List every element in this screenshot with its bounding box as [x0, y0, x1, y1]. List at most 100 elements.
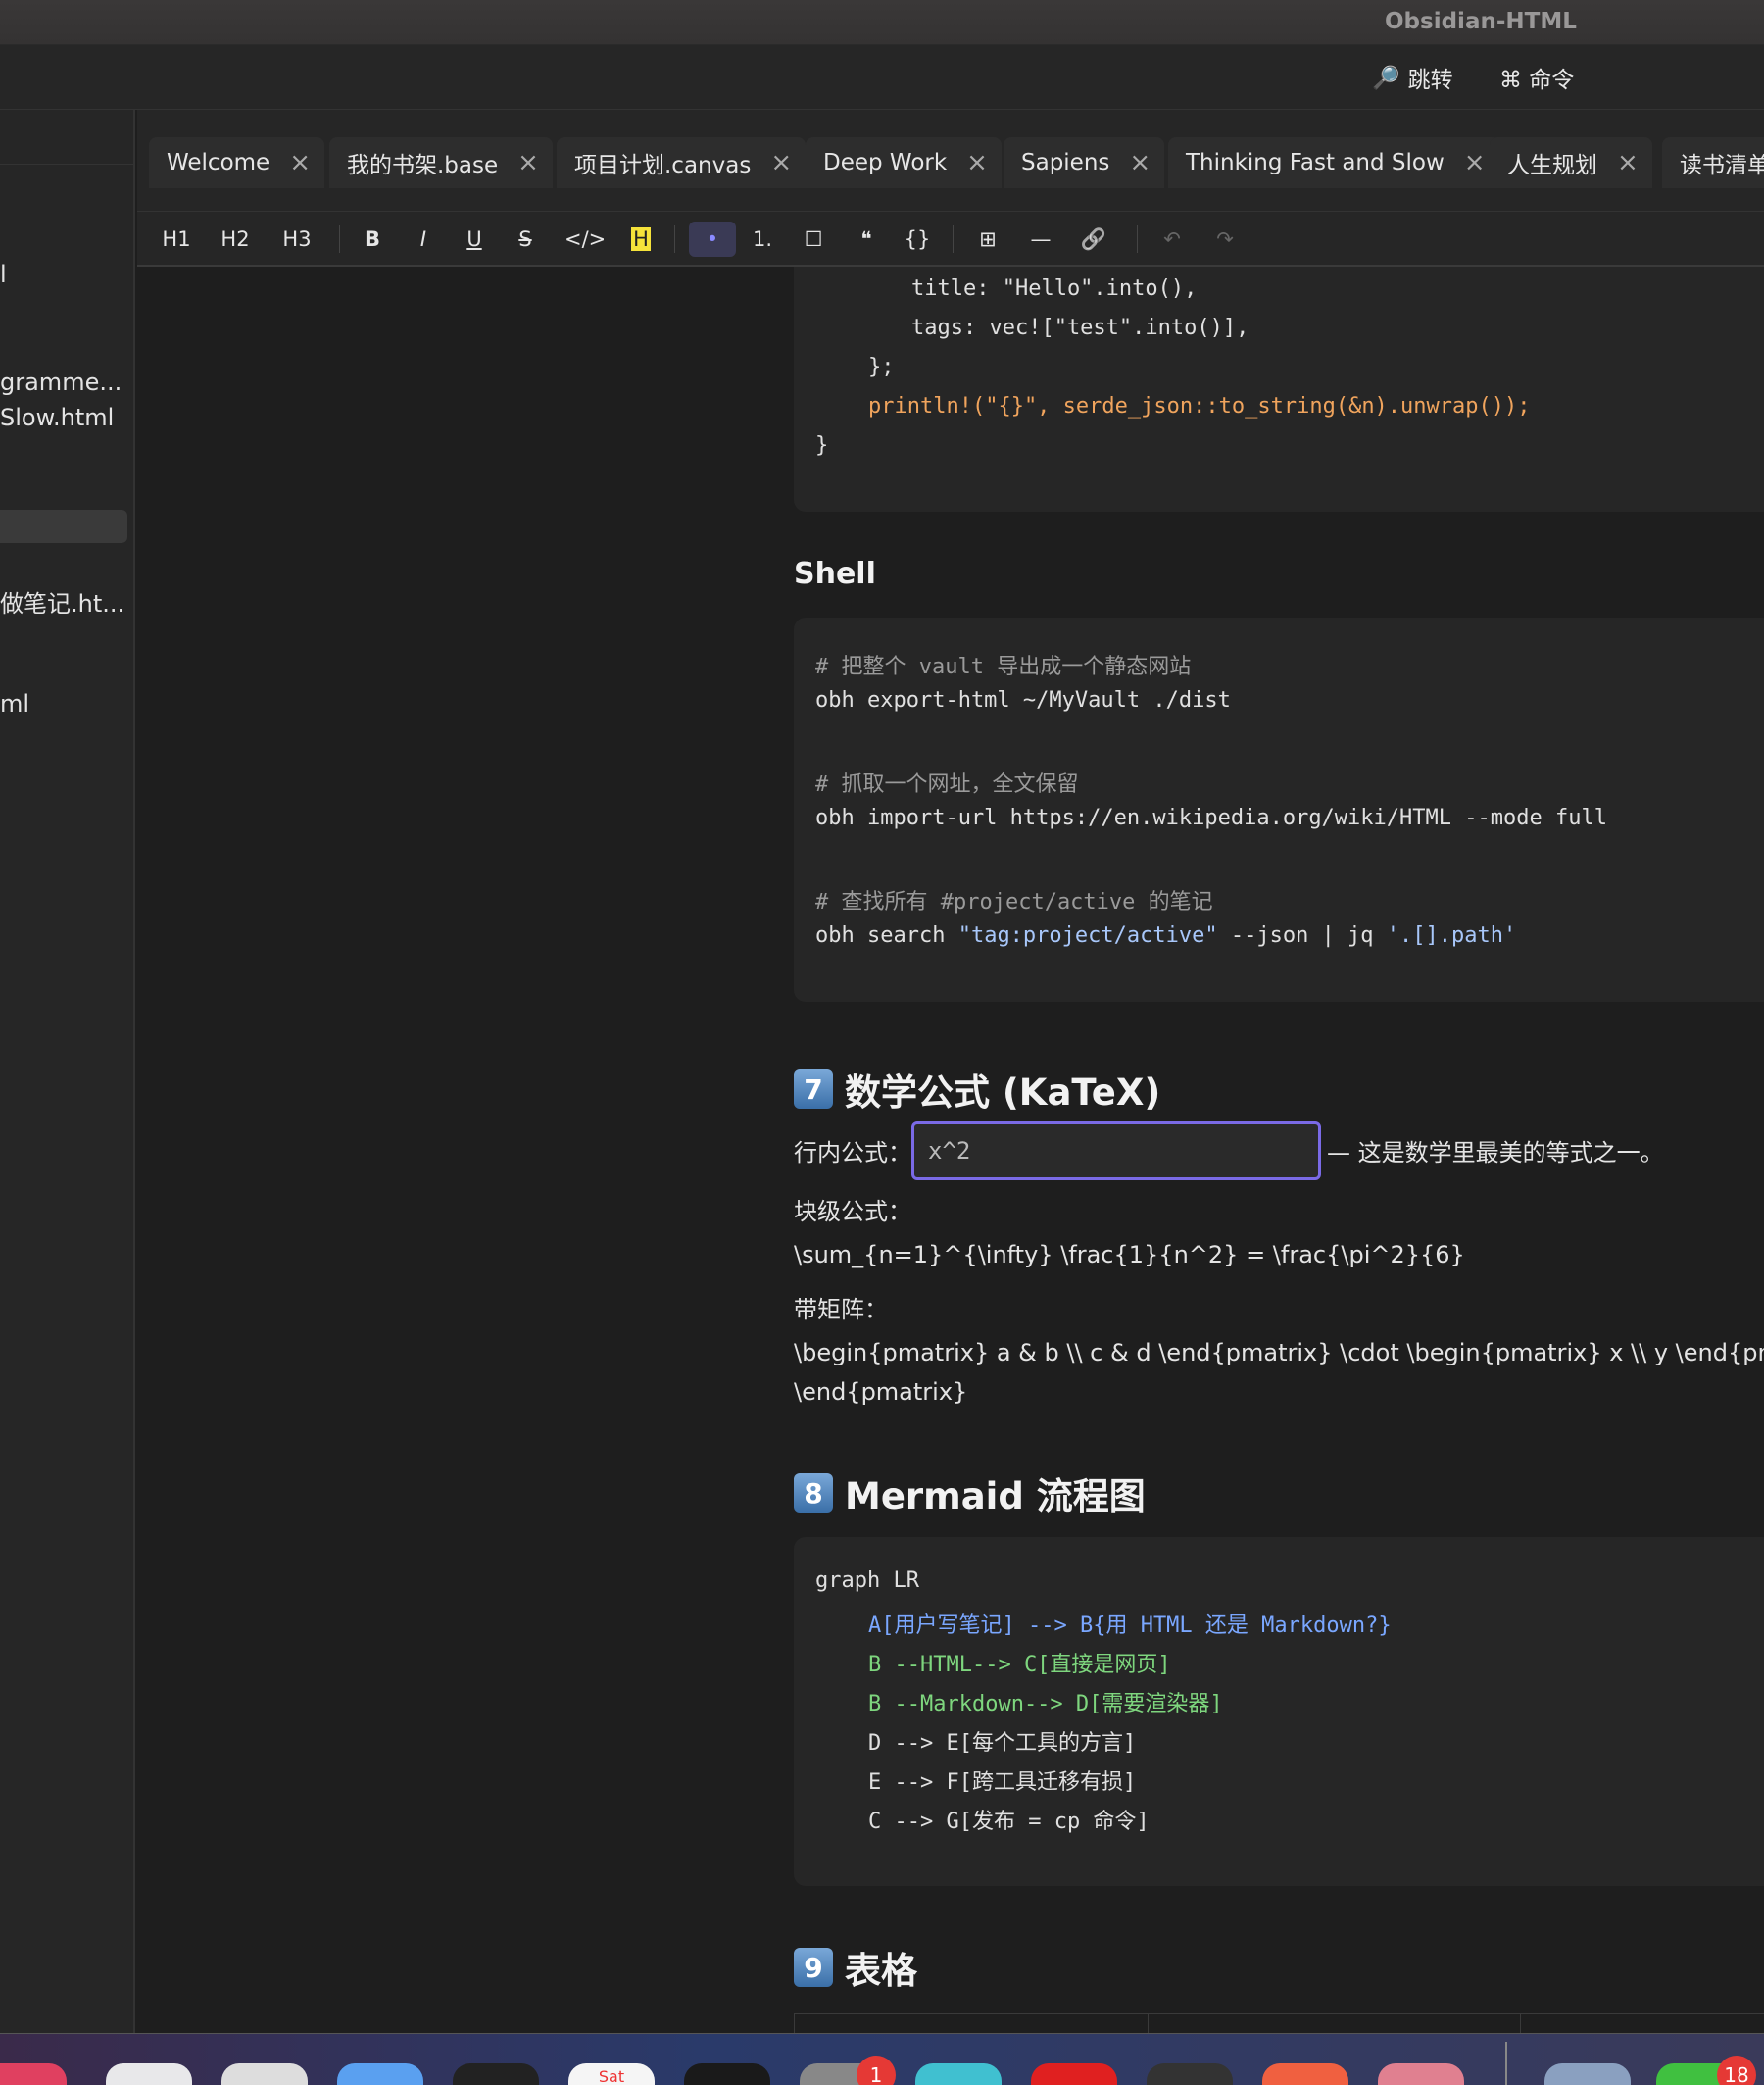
- number-9-icon: 9: [794, 1948, 833, 1987]
- highlight-button[interactable]: H: [623, 222, 659, 257]
- checkbox-button[interactable]: ☐: [796, 222, 831, 257]
- close-icon[interactable]: ×: [1617, 148, 1639, 177]
- highlight-icon: H: [631, 227, 651, 251]
- table-heading: 9 表格: [794, 1941, 917, 1994]
- safari-icon[interactable]: [337, 2063, 423, 2085]
- block-formula-label: 块级公式：: [794, 1198, 911, 1225]
- app-icon[interactable]: [453, 2063, 539, 2085]
- tab-project-canvas[interactable]: 项目计划.canvas ×: [557, 137, 807, 188]
- inline-formula-input[interactable]: x^2: [911, 1121, 1321, 1180]
- code-line: tags: vec!["test".into()],: [911, 316, 1250, 340]
- close-icon[interactable]: ×: [1464, 148, 1486, 177]
- code-line: graph LR: [815, 1568, 919, 1593]
- close-icon[interactable]: ×: [966, 148, 988, 177]
- app-icon[interactable]: [915, 2063, 1002, 2085]
- numbered-list-button[interactable]: 1.: [745, 222, 780, 257]
- code-line: obh search "tag:project/active" --json |…: [815, 923, 1517, 948]
- quote-button[interactable]: ❝: [849, 222, 884, 257]
- underline-button[interactable]: U: [457, 222, 492, 257]
- code-comment: # 把整个 vault 导出成一个静态网站: [815, 655, 1192, 679]
- mermaid-heading: 8 Mermaid 流程图: [794, 1466, 1146, 1519]
- format-toolbar: H1 H2 H3 B I U S </> H • 1. ☐ ❝ {} ⊞ — 🔗…: [137, 212, 1764, 267]
- sidebar-file-item[interactable]: gramme...: [0, 369, 122, 396]
- table-button[interactable]: ⊞: [970, 222, 1005, 257]
- app-icon[interactable]: [1262, 2063, 1348, 2085]
- redo-button[interactable]: ↷: [1207, 222, 1243, 257]
- toolbar-divider: [1137, 225, 1138, 253]
- tab-bookshelf[interactable]: 我的书架.base ×: [329, 137, 553, 188]
- link-button[interactable]: 🔗: [1076, 222, 1111, 257]
- sidebar-header: [0, 110, 133, 165]
- bold-button[interactable]: B: [355, 222, 390, 257]
- inline-formula-label: 行内公式：: [794, 1139, 911, 1167]
- close-icon[interactable]: ×: [517, 148, 539, 177]
- notification-badge: 18: [1717, 2056, 1756, 2085]
- horizontal-rule-button[interactable]: —: [1023, 222, 1058, 257]
- close-icon[interactable]: ×: [1129, 148, 1151, 177]
- close-icon[interactable]: ×: [770, 148, 792, 177]
- app-icon[interactable]: [1031, 2063, 1117, 2085]
- code-line: D --> E[每个工具的方言]: [868, 1731, 1137, 1756]
- sidebar-file-item[interactable]: Slow.html: [0, 404, 114, 431]
- close-icon[interactable]: ×: [289, 148, 311, 177]
- file-sidebar: l gramme... Slow.html 做笔记.ht... ml: [0, 110, 135, 2033]
- jump-button[interactable]: 🔎 跳转: [1372, 61, 1453, 94]
- strikethrough-button[interactable]: S: [508, 222, 543, 257]
- code-comment: # 查找所有 #project/active 的笔记: [815, 890, 1213, 915]
- tab-bar: Welcome × 我的书架.base × 项目计划.canvas × Deep Wo…: [137, 110, 1764, 212]
- dock-divider: [1505, 2042, 1507, 2085]
- sidebar-active-row[interactable]: [0, 510, 127, 543]
- block-formula: \sum_{n=1}^{\infty} \frac{1}{n^2} = \fra…: [794, 1241, 1465, 1268]
- sidebar-file-item[interactable]: ml: [0, 690, 29, 718]
- code-line: B --HTML--> C[直接是网页]: [868, 1653, 1171, 1677]
- window-title: Obsidian-HTML: [1385, 9, 1577, 34]
- app-icon[interactable]: [106, 2063, 192, 2085]
- editor-content[interactable]: title: "Hello".into(), tags: vec!["test"…: [137, 267, 1764, 2033]
- undo-button[interactable]: ↶: [1154, 222, 1190, 257]
- italic-button[interactable]: I: [406, 222, 441, 257]
- code-line: E --> F[跨工具迁移有损]: [868, 1770, 1137, 1795]
- tab-sapiens[interactable]: Sapiens ×: [1004, 137, 1165, 188]
- h2-button[interactable]: H2: [218, 222, 253, 257]
- rust-code-block: title: "Hello".into(), tags: vec!["test"…: [794, 267, 1764, 512]
- calendar-icon[interactable]: Sat: [568, 2063, 655, 2085]
- toolbar-divider: [953, 225, 954, 253]
- jump-label: 跳转: [1407, 68, 1453, 93]
- command-palette-button[interactable]: ⌘ 命令: [1499, 61, 1574, 94]
- app-icon[interactable]: [1544, 2063, 1631, 2085]
- code-line: println!("{}", serde_json::to_string(&n)…: [868, 394, 1531, 419]
- app-icon[interactable]: [221, 2063, 308, 2085]
- code-line: B --Markdown--> D[需要渲染器]: [868, 1692, 1223, 1716]
- search-icon: 🔎: [1372, 65, 1400, 91]
- code-line: obh import-url https://en.wikipedia.org/…: [815, 806, 1607, 830]
- app-icon[interactable]: [0, 2063, 67, 2085]
- mermaid-code-block: graph LR A[用户写笔记] --> B{用 HTML 还是 Markdo…: [794, 1537, 1764, 1886]
- shell-heading: Shell: [794, 557, 876, 591]
- table-column-divider: [1520, 2014, 1521, 2033]
- code-line: title: "Hello".into(),: [911, 276, 1198, 301]
- bullet-list-button[interactable]: •: [689, 222, 736, 257]
- code-block-button[interactable]: {}: [900, 222, 935, 257]
- notification-badge: 1: [857, 2056, 896, 2085]
- app-icon[interactable]: [684, 2063, 770, 2085]
- h3-button[interactable]: H3: [279, 222, 315, 257]
- code-line: A[用户写笔记] --> B{用 HTML 还是 Markdown?}: [868, 1613, 1392, 1638]
- tab-reading-list[interactable]: 读书清单: [1662, 137, 1764, 188]
- toolbar-divider: [339, 225, 340, 253]
- sidebar-file-item[interactable]: 做笔记.ht...: [0, 584, 124, 619]
- math-heading: 7 数学公式 (KaTeX): [794, 1063, 1160, 1116]
- sidebar-file-item[interactable]: l: [0, 261, 7, 288]
- tab-deep-work[interactable]: Deep Work ×: [806, 137, 1002, 188]
- h1-button[interactable]: H1: [159, 222, 194, 257]
- inline-code-button[interactable]: </>: [564, 222, 606, 257]
- app-icon[interactable]: [1378, 2063, 1464, 2085]
- tab-life-plan[interactable]: 人生规划 ×: [1490, 137, 1652, 188]
- command-label: ⌘ 命令: [1499, 68, 1575, 93]
- tab-welcome[interactable]: Welcome ×: [149, 137, 325, 188]
- tab-thinking-fast-slow[interactable]: Thinking Fast and Slow ×: [1168, 137, 1499, 188]
- obsidian-icon[interactable]: [1147, 2063, 1233, 2085]
- matrix-formula: \begin{pmatrix} a & b \\ c & d \end{pmat…: [794, 1339, 1764, 1366]
- code-line: };: [868, 355, 895, 379]
- title-bar: Obsidian-HTML: [0, 0, 1764, 45]
- inline-formula-caption: — 这是数学里最美的等式之一。: [1327, 1139, 1664, 1167]
